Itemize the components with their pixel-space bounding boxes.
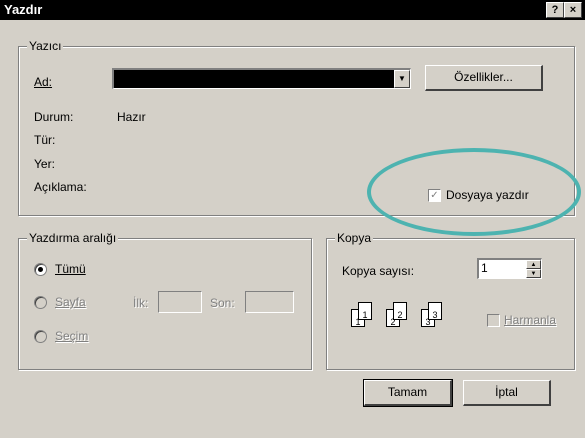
chevron-down-icon[interactable]: ▼: [394, 70, 410, 88]
from-label: İlk:: [133, 296, 149, 310]
page-icon: 2: [393, 302, 407, 320]
status-value: Hazır: [117, 110, 146, 124]
to-label: Son:: [210, 296, 235, 310]
copies-count-spinner[interactable]: 1 ▲ ▼: [477, 258, 542, 279]
from-field[interactable]: [158, 291, 202, 313]
window-title: Yazdır: [4, 2, 43, 17]
radio-selected-dot: [38, 267, 43, 272]
printer-legend: Yazıcı: [27, 39, 64, 53]
where-label: Yer:: [34, 157, 55, 171]
page-icon: 3: [428, 302, 442, 320]
radio-all-label[interactable]: Tümü: [55, 262, 86, 276]
close-button[interactable]: ×: [564, 2, 582, 18]
spinner-up-icon[interactable]: ▲: [526, 260, 541, 269]
collate-checkbox[interactable]: [487, 314, 500, 327]
comment-label: Açıklama:: [34, 180, 87, 194]
cancel-button[interactable]: İptal: [463, 380, 551, 406]
copies-legend: Kopya: [335, 231, 374, 245]
spinner-down-icon[interactable]: ▼: [526, 269, 541, 278]
print-range-legend: Yazdırma aralığı: [27, 231, 119, 245]
title-bar[interactable]: Yazdır ? ×: [0, 0, 585, 20]
radio-pages-label[interactable]: Sayfa: [55, 295, 86, 309]
collate-label[interactable]: Harmanla: [504, 313, 556, 327]
radio-all[interactable]: [34, 263, 47, 276]
help-button[interactable]: ?: [546, 2, 564, 18]
to-field[interactable]: [245, 291, 294, 313]
copies-count-label: Kopya sayısı:: [342, 264, 415, 278]
page-icon: 1: [358, 302, 372, 320]
radio-pages[interactable]: [34, 296, 47, 309]
spinner-control[interactable]: ▲ ▼: [526, 260, 541, 278]
status-label: Durum:: [34, 110, 74, 124]
ok-button[interactable]: Tamam: [363, 379, 453, 407]
type-label: Tür:: [34, 133, 56, 147]
copies-count-value: 1: [481, 261, 488, 275]
properties-button[interactable]: Özellikler...: [425, 65, 543, 91]
highlight-oval: [367, 148, 581, 236]
radio-selection-label[interactable]: Seçim: [55, 329, 88, 343]
printer-name-label: Ad:: [34, 75, 53, 89]
printer-name-combo[interactable]: ▼: [112, 68, 411, 89]
print-dialog: Yazdır ? × Yazıcı Ad: ▼ Özellikler... Du…: [0, 0, 585, 438]
radio-selection[interactable]: [34, 330, 47, 343]
